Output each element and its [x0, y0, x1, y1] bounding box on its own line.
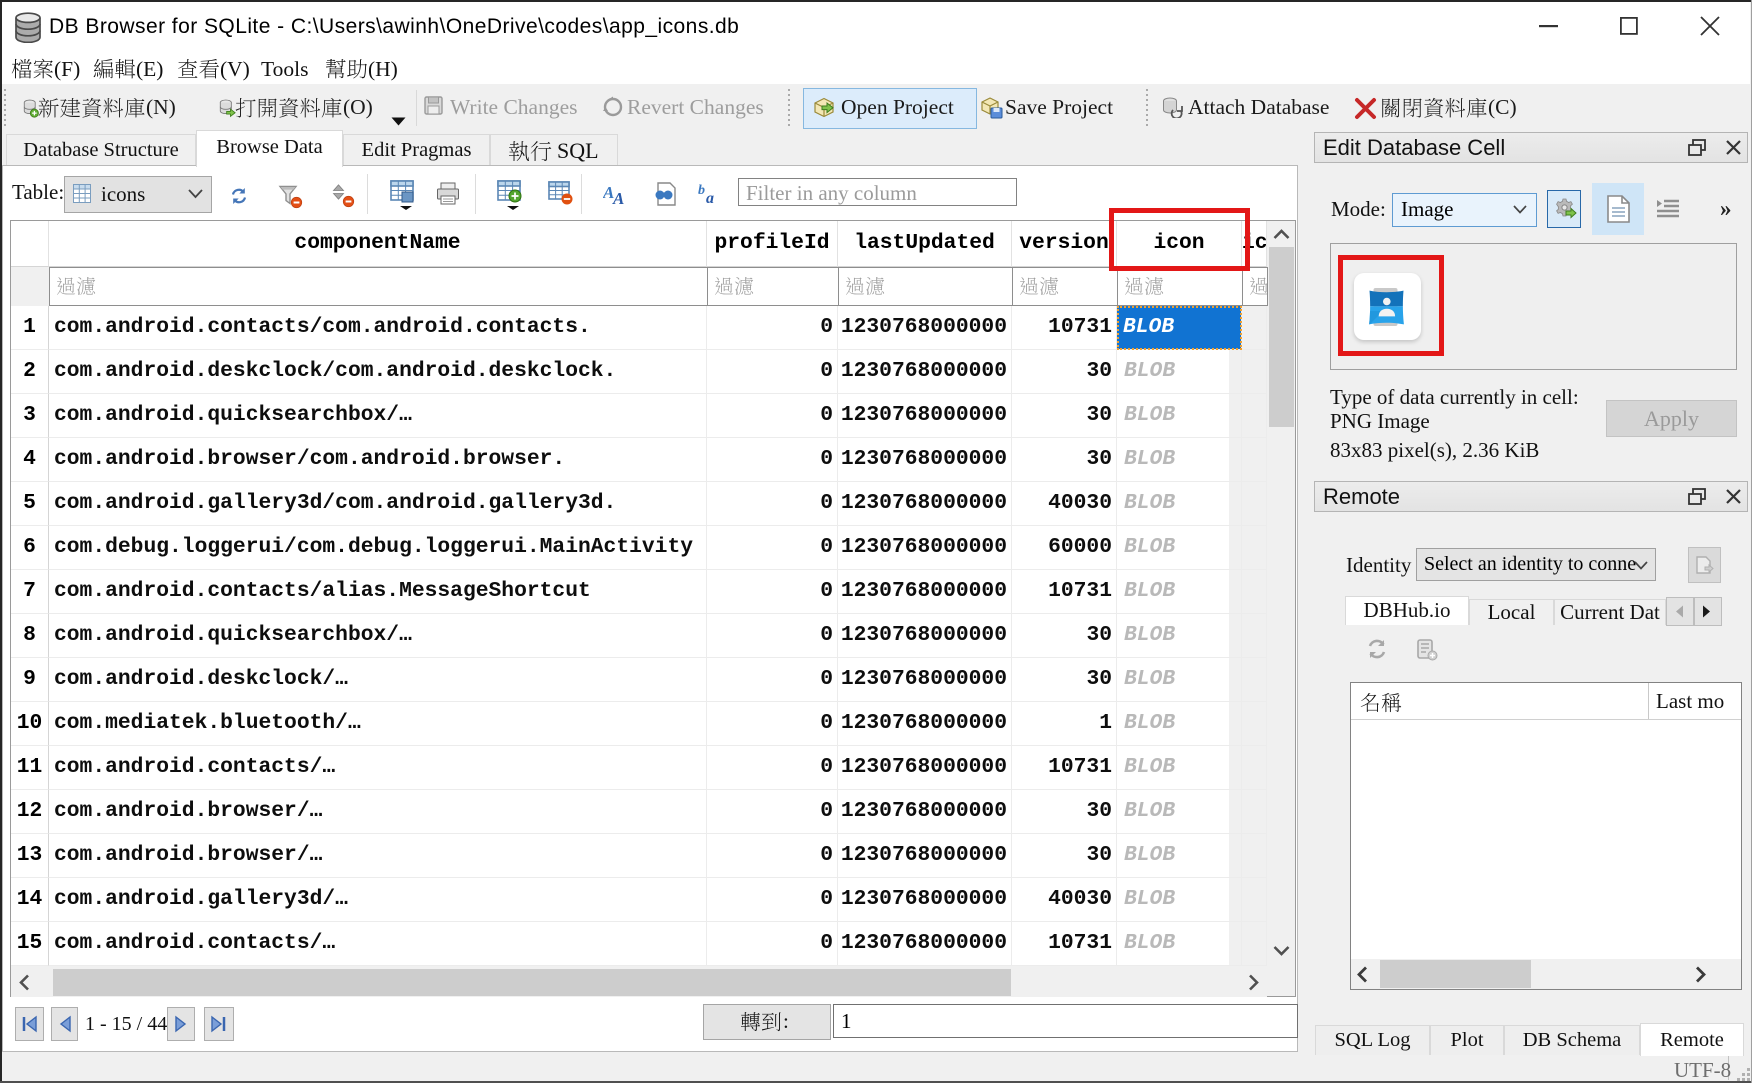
svg-text:a: a: [706, 190, 714, 206]
svg-text:A: A: [612, 189, 624, 206]
svg-text:b: b: [698, 183, 705, 198]
